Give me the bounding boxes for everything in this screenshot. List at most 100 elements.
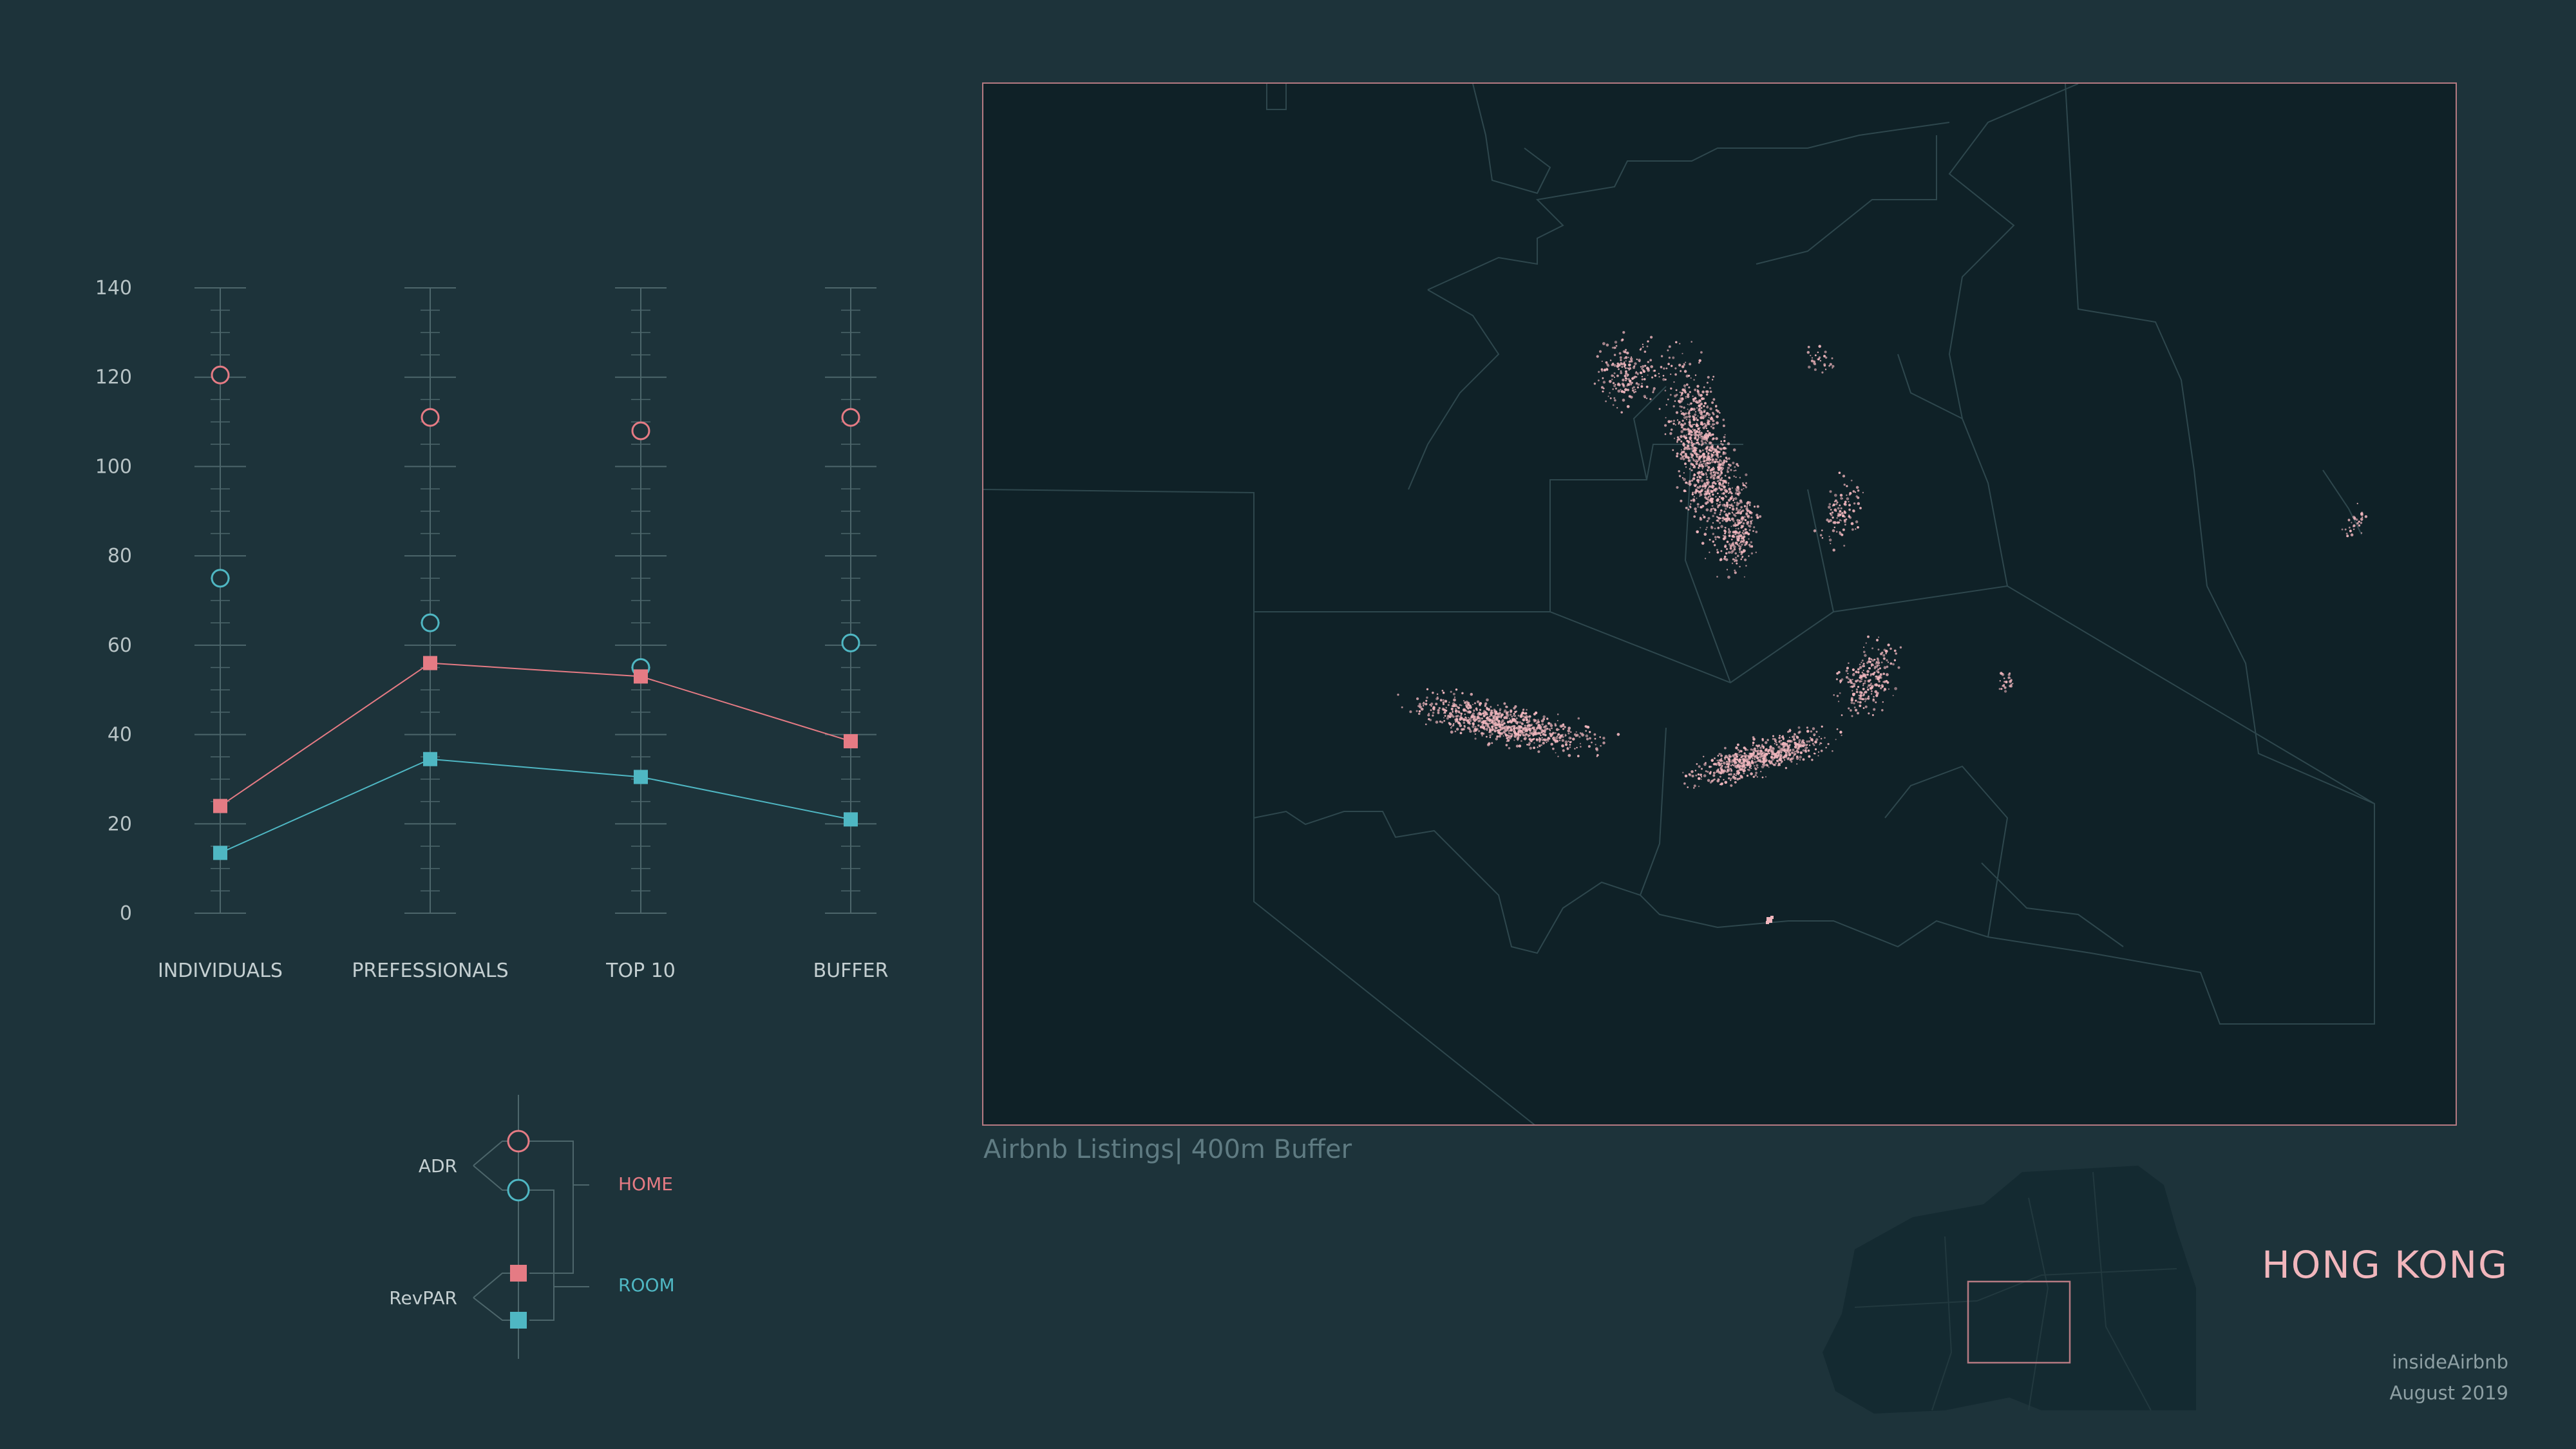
listing-point [1567,732,1570,735]
y-axis-ticks: 020406080100120140 [95,277,132,925]
listing-point [1741,509,1745,512]
listing-point [1783,749,1785,752]
listing-point [1862,707,1865,709]
listing-point [1694,770,1697,772]
series-marks [211,365,860,860]
listing-point [1700,506,1703,509]
listing-point [1703,439,1705,440]
listing-point [1716,759,1718,761]
listing-point [1476,700,1480,703]
listing-point [1840,497,1843,500]
listing-point [1863,646,1865,649]
listing-point [1432,711,1435,714]
listings-map[interactable] [982,82,2457,1126]
listing-point [1739,549,1741,551]
listing-point [1428,712,1430,715]
listing-point [1491,742,1493,744]
listing-point [1739,531,1741,533]
listing-point [1752,744,1754,746]
listing-point [1544,731,1546,734]
listing-point [1824,737,1826,739]
listing-point [1557,755,1559,757]
listing-point [1860,677,1863,681]
listing-point [1862,683,1864,685]
listing-point [1850,701,1853,705]
listing-point [1526,708,1528,711]
listing-point [1696,448,1698,450]
listing-point [1878,636,1880,638]
listing-point [1832,529,1835,533]
listing-point [1712,375,1715,378]
legend-adr-home-marker [507,1130,530,1153]
listing-point [1599,736,1601,738]
listing-point [1689,480,1692,483]
listing-point [1647,361,1649,363]
listing-point [1814,748,1817,751]
listing-point [1670,428,1673,431]
listing-point [1862,694,1864,697]
listing-point [1757,749,1759,752]
listing-point [1859,663,1861,666]
listing-point [1846,667,1849,670]
listing-point [1811,759,1814,761]
listing-point [1513,706,1516,710]
listing-point [1620,372,1623,375]
listing-point [1641,378,1643,381]
listing-point [1734,762,1736,765]
listing-point [1716,549,1719,551]
listing-point [1734,560,1736,562]
listing-point [1712,437,1715,440]
listing-point [1722,424,1725,428]
listing-point [1714,482,1717,485]
minimap-landmass [1823,1166,2196,1414]
listing-point [1853,685,1856,688]
listing-point [1718,487,1721,489]
listing-point [1718,770,1721,774]
listing-point [1409,710,1412,714]
listing-point [1873,708,1876,711]
listing-point [1851,715,1853,717]
listing-point [1887,643,1890,647]
listing-point [1683,455,1685,457]
listing-point [1859,676,1861,679]
listing-point [1709,386,1712,390]
listing-point [1706,482,1709,486]
listing-point [1463,724,1466,727]
listing-point [1707,516,1710,520]
listing-point [1735,527,1737,530]
listing-point [1714,536,1717,538]
listing-point [1461,705,1463,706]
listing-point [1634,388,1636,391]
listing-point [1432,714,1434,717]
listing-point [1725,761,1728,763]
listing-point [1739,565,1741,568]
listing-point [1692,499,1696,502]
data-point-square [844,812,858,827]
listing-point [1884,688,1887,691]
listing-point [1645,385,1649,388]
listing-point [1489,734,1492,737]
listing-point [1796,748,1798,750]
listing-point [1699,485,1701,488]
listing-point [1695,488,1698,491]
listing-point [1506,737,1508,739]
listing-point [1607,395,1609,397]
listing-point [1732,531,1735,534]
listing-point [1712,774,1716,777]
listing-point [1745,482,1748,484]
listing-point [1601,386,1604,389]
listing-point [1672,356,1675,359]
listing-point [1848,681,1850,683]
listing-point [1707,487,1710,489]
listing-point [1756,764,1759,767]
listing-point [1674,394,1677,398]
listing-point [1731,507,1735,511]
listing-point [1730,544,1734,547]
listing-point [1432,708,1435,711]
listing-point [1864,691,1866,694]
listing-point [1757,747,1759,749]
listing-point [1736,743,1739,746]
listing-point [1736,554,1739,558]
listing-point [1690,453,1694,457]
listing-point [1836,517,1838,519]
